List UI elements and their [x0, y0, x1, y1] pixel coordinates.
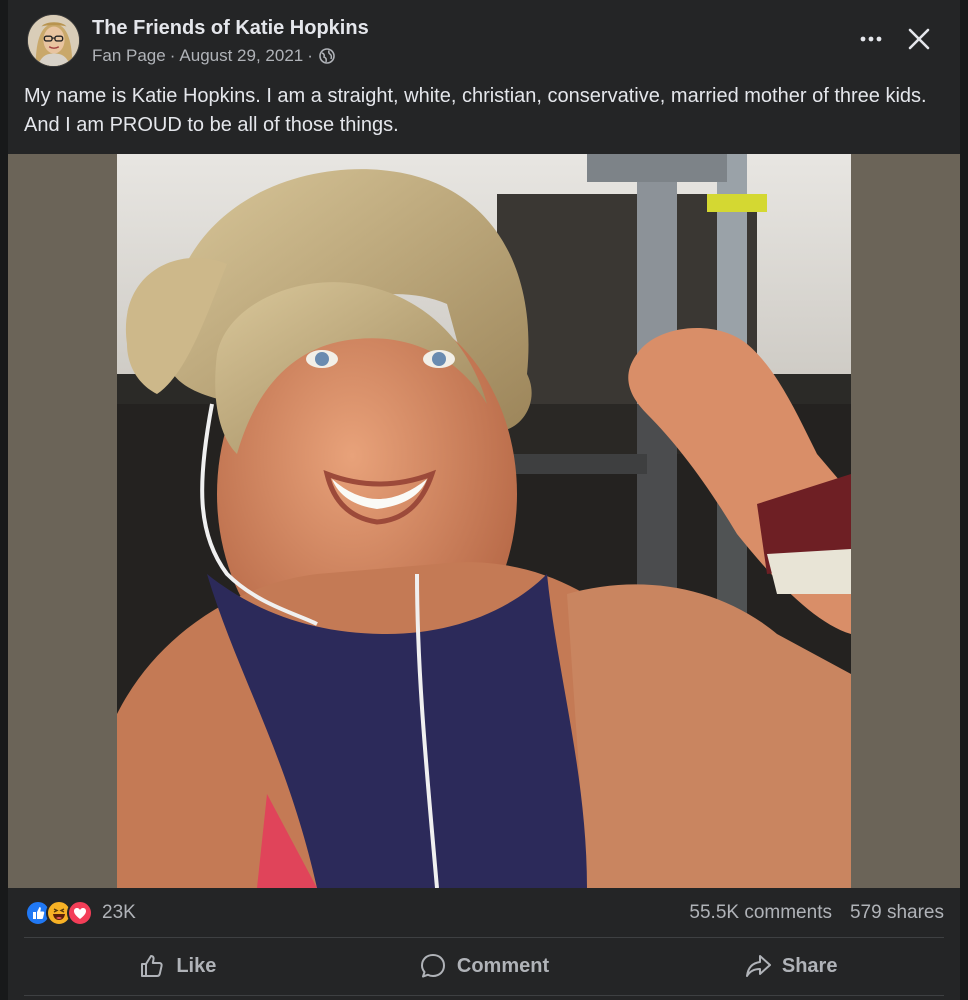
post-photo[interactable]: [117, 154, 851, 888]
post-actions: Like Comment Share: [24, 940, 944, 992]
thumbs-up-icon: [141, 955, 163, 977]
comments-count[interactable]: 55.5K comments: [689, 902, 832, 924]
meta-separator: ·: [169, 46, 176, 65]
post-media[interactable]: [8, 154, 960, 888]
bottom-divider: [24, 995, 944, 996]
love-reaction-icon: [67, 900, 93, 926]
post-meta: Fan Page · August 29, 2021 ·: [92, 46, 335, 66]
post-stats: 23K 55.5K comments 579 shares: [8, 888, 960, 938]
post-date[interactable]: August 29, 2021: [179, 46, 303, 66]
page-name[interactable]: The Friends of Katie Hopkins: [92, 17, 369, 40]
page-type: Fan Page: [92, 46, 166, 65]
share-label: Share: [781, 954, 838, 977]
close-icon: [908, 28, 930, 50]
shares-count[interactable]: 579 shares: [850, 902, 944, 924]
engagement-stats: 55.5K comments 579 shares: [689, 902, 944, 924]
close-button[interactable]: [902, 22, 936, 56]
comment-icon: [420, 954, 445, 978]
page-avatar[interactable]: [27, 14, 80, 67]
comment-button[interactable]: Comment: [331, 940, 638, 992]
meta-separator: ·: [307, 46, 313, 65]
comment-label: Comment: [456, 954, 550, 977]
share-icon: [745, 955, 771, 977]
reactions-summary[interactable]: 23K: [25, 900, 136, 926]
reaction-count[interactable]: 23K: [102, 902, 136, 924]
more-options-button[interactable]: [854, 24, 888, 54]
share-button[interactable]: Share: [637, 940, 944, 992]
post-header: The Friends of Katie Hopkins Fan Page · …: [8, 0, 960, 80]
divider: [24, 937, 944, 938]
more-options-icon: [860, 36, 882, 42]
like-label: Like: [176, 954, 217, 977]
like-button[interactable]: Like: [24, 940, 331, 992]
post-text: My name is Katie Hopkins. I am a straigh…: [24, 85, 927, 136]
globe-icon: [319, 48, 335, 64]
post-card: The Friends of Katie Hopkins Fan Page · …: [8, 0, 960, 1000]
